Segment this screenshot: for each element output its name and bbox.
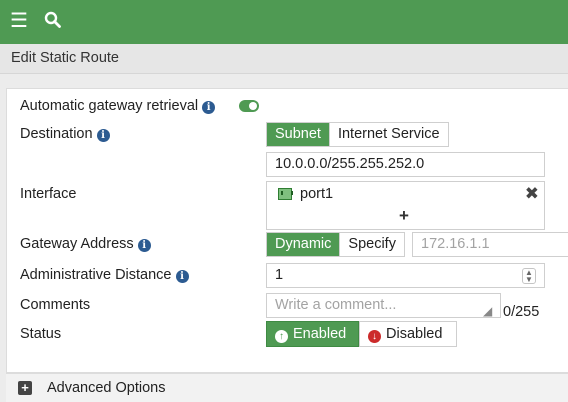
arrow-up-circle-icon: ↑ [275,330,288,343]
auto-gateway-toggle[interactable] [239,100,259,112]
info-icon: i [175,270,189,283]
comments-textarea[interactable]: Write a comment... [266,293,501,318]
comment-char-counter: 0/255 [503,304,540,320]
comments-label: Comments [20,297,91,313]
info-icon: i [137,239,151,252]
port-icon [278,188,293,200]
status-disabled-button[interactable]: ↓ Disabled [359,321,457,347]
auto-gateway-label: Automatic gateway retrieval i [20,98,216,114]
destination-subnet-input[interactable]: 10.0.0.0/255.255.252.0 [266,152,545,177]
info-icon: i [96,129,110,142]
status-label: Status [20,326,62,342]
interface-label: Interface [20,186,77,202]
destination-option-subnet[interactable]: Subnet [267,123,329,146]
page-title-bar: Edit Static Route [0,44,568,74]
status-enabled-button[interactable]: ↑ Enabled [266,321,359,347]
advanced-options-label: Advanced Options [47,380,166,396]
top-navigation-bar: ☰ [0,0,568,44]
interface-selector[interactable]: port1 ✖ + [266,181,545,230]
gateway-option-dynamic[interactable]: Dynamic [267,233,340,256]
gateway-address-label: Gateway Address i [20,236,151,252]
admin-distance-label: Administrative Distance i [20,267,189,283]
search-icon[interactable] [44,11,61,28]
gateway-option-specify[interactable]: Specify [339,233,404,256]
info-icon: i [202,101,216,114]
page-title: Edit Static Route [11,50,119,66]
arrow-down-circle-icon: ↓ [368,330,381,343]
close-icon[interactable]: ✖ [525,184,539,204]
gateway-address-input[interactable]: 172.16.1.1 [412,232,568,257]
admin-distance-input[interactable]: 1 ▲ ▼ [266,263,545,288]
resize-handle-icon[interactable]: ◢ [483,304,492,318]
interface-item-port1: port1 [300,186,334,202]
destination-label: Destination i [20,126,110,142]
toggle-knob [249,102,257,110]
destination-type-selector: Subnet Internet Service [266,122,449,147]
gateway-mode-selector: Dynamic Specify [266,232,405,257]
plus-icon[interactable]: + [399,206,409,226]
number-stepper[interactable]: ▲ ▼ [522,268,536,284]
advanced-options-toggle[interactable]: + Advanced Options [6,373,568,402]
expand-plus-icon: + [18,381,32,395]
hamburger-icon[interactable]: ☰ [10,11,28,31]
destination-option-internet-service[interactable]: Internet Service [328,123,448,146]
